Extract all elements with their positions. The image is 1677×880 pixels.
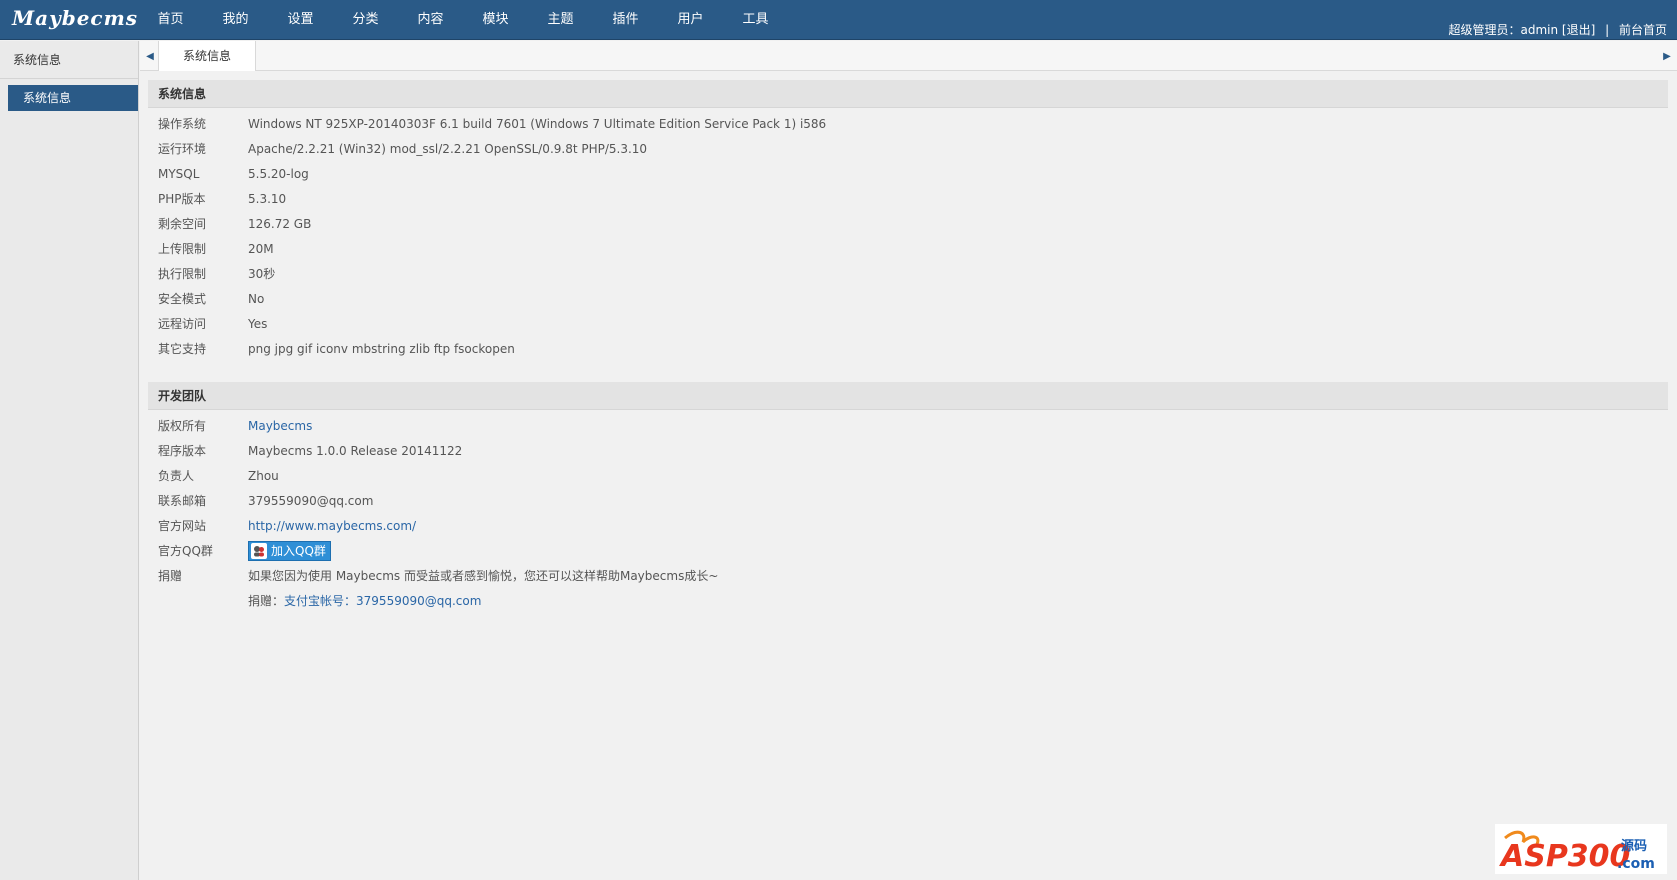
row-value: 捐赠：支付宝帐号：379559090@qq.com: [248, 589, 481, 614]
app-logo[interactable]: Maybecms: [12, 6, 138, 30]
row-label: 其它支持: [158, 342, 207, 356]
row-value: 5.3.10: [248, 192, 287, 206]
row-label: 版权所有: [158, 419, 207, 433]
team-info-list: 版权所有 Maybecms 程序版本 Maybecms 1.0.0 Releas…: [148, 410, 1668, 622]
row-label: 运行环境: [158, 142, 207, 156]
row-label-empty: [148, 589, 248, 614]
official-site-link[interactable]: http://www.maybecms.com/: [248, 519, 416, 533]
nav-modules[interactable]: 模块: [463, 0, 528, 40]
row-value: 379559090@qq.com: [248, 494, 374, 508]
row-label: 上传限制: [158, 242, 207, 256]
info-row: 执行限制 30秒: [148, 262, 1668, 287]
row-value: 126.72 GB: [248, 217, 312, 231]
row-value: Apache/2.2.21 (Win32) mod_ssl/2.2.21 Ope…: [248, 142, 648, 156]
tab-scroll-left-icon[interactable]: ◀: [142, 41, 158, 71]
info-row: 操作系统 Windows NT 925XP-20140303F 6.1 build…: [148, 112, 1668, 137]
nav-plugins[interactable]: 插件: [593, 0, 658, 40]
row-value: Zhou: [248, 469, 279, 483]
row-value: Maybecms 1.0.0 Release 20141122: [248, 444, 463, 458]
user-label: 超级管理员：admin: [1448, 23, 1559, 37]
copyright-link[interactable]: Maybecms: [248, 419, 312, 433]
donate-prefix: 捐赠：: [248, 594, 285, 608]
row-label: 捐赠: [158, 569, 183, 583]
nav-users[interactable]: 用户: [658, 0, 723, 40]
row-label: 操作系统: [158, 117, 207, 131]
row-label: 剩余空间: [158, 217, 207, 231]
row-value: http://www.maybecms.com/: [248, 514, 416, 539]
asp300-watermark-logo: ASP300 源码 .com: [1495, 824, 1667, 874]
info-row: 安全模式 No: [148, 287, 1668, 312]
row-value: png jpg gif iconv mbstring zlib ftp fsoc…: [248, 342, 515, 356]
info-row: 捐赠 如果您因为使用 Maybecms 而受益或者感到愉悦，您还可以这样帮助Ma…: [148, 564, 1668, 589]
tab-bar: ◀ 系统信息 ▶: [140, 41, 1677, 71]
system-info-list: 操作系统 Windows NT 925XP-20140303F 6.1 build…: [148, 108, 1668, 370]
info-row: 版权所有 Maybecms: [148, 414, 1668, 439]
nav-themes[interactable]: 主题: [528, 0, 593, 40]
alipay-account-link[interactable]: 379559090@qq.com: [356, 594, 481, 608]
row-value: Windows NT 925XP-20140303F 6.1 build 760…: [248, 117, 827, 131]
watermark-cn: 源码: [1621, 838, 1647, 854]
row-value: Maybecms: [248, 414, 312, 439]
tab-system-info[interactable]: 系统信息: [158, 41, 256, 71]
row-label: 负责人: [158, 469, 195, 483]
qq-icon: [251, 543, 267, 559]
watermark-suffix: .com: [1617, 856, 1655, 872]
row-value: No: [248, 292, 265, 306]
row-label: 官方网站: [158, 519, 207, 533]
info-row: MYSQL 5.5.20-log: [148, 162, 1668, 187]
row-value: 20M: [248, 242, 274, 256]
row-label: 远程访问: [158, 317, 207, 331]
info-row: 运行环境 Apache/2.2.21 (Win32) mod_ssl/2.2.21…: [148, 137, 1668, 162]
watermark-text: ASP300: [1499, 839, 1630, 872]
nav-content[interactable]: 内容: [398, 0, 463, 40]
join-qq-group-label: 加入QQ群: [271, 544, 326, 558]
main-content: 系统信息 操作系统 Windows NT 925XP-20140303F 6.1 …: [148, 80, 1668, 622]
info-row: 官方QQ群 加入QQ群: [148, 539, 1668, 564]
sidebar-title: 系统信息: [0, 41, 138, 79]
row-label: 安全模式: [158, 292, 207, 306]
sidebar-item-system-info[interactable]: 系统信息: [8, 85, 138, 111]
row-label: 程序版本: [158, 444, 207, 458]
info-row: 远程访问 Yes: [148, 312, 1668, 337]
info-row: PHP版本 5.3.10: [148, 187, 1668, 212]
row-value: 30秒: [248, 267, 276, 281]
nav-settings[interactable]: 设置: [268, 0, 333, 40]
separator: |: [1605, 23, 1610, 37]
row-label: 官方QQ群: [158, 544, 213, 558]
info-row: 官方网站 http://www.maybecms.com/: [148, 514, 1668, 539]
top-header: Maybecms 首页 我的 设置 分类 内容 模块 主题 插件 用户 工具 超…: [0, 0, 1677, 40]
watermark-logo-image: ASP300 源码 .com: [1499, 830, 1655, 872]
info-row: 捐赠：支付宝帐号：379559090@qq.com: [148, 589, 1668, 614]
tab-scroll-right-icon[interactable]: ▶: [1659, 41, 1675, 71]
nav-home[interactable]: 首页: [138, 0, 203, 40]
alipay-label-link[interactable]: 支付宝帐号：: [284, 594, 356, 608]
nav-mine[interactable]: 我的: [203, 0, 268, 40]
row-label: 联系邮箱: [158, 494, 207, 508]
user-bar: 超级管理员：admin [退出] | 前台首页: [1448, 21, 1667, 38]
info-row: 负责人 Zhou: [148, 464, 1668, 489]
row-value: 5.5.20-log: [248, 167, 309, 181]
front-home-link[interactable]: 前台首页: [1619, 23, 1667, 37]
section-title-team: 开发团队: [148, 382, 1668, 410]
nav-category[interactable]: 分类: [333, 0, 398, 40]
row-label: PHP版本: [158, 192, 206, 206]
info-row: 联系邮箱 379559090@qq.com: [148, 489, 1668, 514]
info-row: 其它支持 png jpg gif iconv mbstring zlib ftp …: [148, 337, 1668, 362]
row-label: MYSQL: [158, 167, 200, 181]
join-qq-group-button[interactable]: 加入QQ群: [248, 541, 331, 561]
sidebar: 系统信息 系统信息: [0, 41, 139, 880]
info-row: 剩余空间 126.72 GB: [148, 212, 1668, 237]
nav-tools[interactable]: 工具: [723, 0, 788, 40]
row-value: 如果您因为使用 Maybecms 而受益或者感到愉悦，您还可以这样帮助Maybe…: [248, 569, 719, 583]
section-title-system: 系统信息: [148, 80, 1668, 108]
info-row: 程序版本 Maybecms 1.0.0 Release 20141122: [148, 439, 1668, 464]
logout-link[interactable]: [退出]: [1562, 23, 1595, 37]
row-label: 执行限制: [158, 267, 207, 281]
row-value: Yes: [248, 317, 268, 331]
row-value: 加入QQ群: [248, 539, 331, 564]
info-row: 上传限制 20M: [148, 237, 1668, 262]
main-nav: 首页 我的 设置 分类 内容 模块 主题 插件 用户 工具: [138, 0, 788, 40]
